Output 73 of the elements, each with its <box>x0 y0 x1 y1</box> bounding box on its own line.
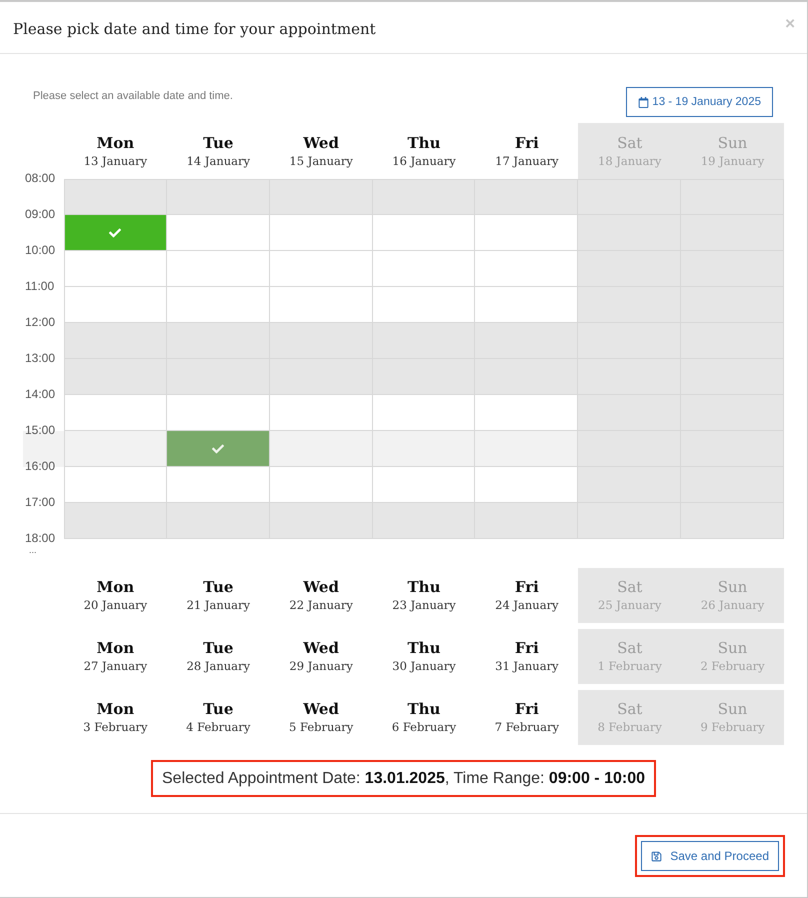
time-label: 10:00 <box>24 243 56 258</box>
time-label: 13:00 <box>24 351 56 366</box>
time-slot[interactable] <box>372 395 476 431</box>
check-icon <box>212 442 224 454</box>
week-picker-button[interactable]: 13 - 19 January 2025 <box>626 87 773 117</box>
time-slot[interactable] <box>372 467 476 503</box>
day-heading[interactable]: Thu 23 January <box>392 578 456 613</box>
day-heading[interactable]: Fri 31 January <box>495 639 559 674</box>
time-slot[interactable] <box>270 251 373 287</box>
time-slot[interactable] <box>270 431 373 467</box>
time-slot[interactable] <box>64 215 167 251</box>
day-heading[interactable]: Wed 29 January <box>289 639 353 674</box>
time-label: 15:00 <box>24 423 56 438</box>
time-slot[interactable] <box>64 395 167 431</box>
time-slot[interactable] <box>166 287 270 323</box>
day-heading[interactable]: Fri 24 January <box>495 578 559 613</box>
day-heading: Wed 15 January <box>289 134 353 168</box>
day-heading[interactable]: Tue 4 February <box>186 700 250 735</box>
time-label: 08:00 <box>24 171 56 186</box>
time-slot[interactable] <box>270 467 373 503</box>
time-slot[interactable] <box>372 431 476 467</box>
time-slot[interactable] <box>166 431 270 467</box>
time-slot[interactable] <box>475 395 578 431</box>
time-label: 12:00 <box>24 315 56 330</box>
day-heading: Sun 19 January <box>700 134 764 168</box>
day-heading[interactable]: Mon 3 February <box>83 700 148 735</box>
day-heading[interactable]: Tue 21 January <box>186 578 250 613</box>
time-label: 09:00 <box>24 207 56 222</box>
time-slot[interactable] <box>166 215 270 251</box>
save-button[interactable]: Save and Proceed <box>641 841 779 871</box>
day-heading[interactable]: Thu 6 February <box>392 700 456 735</box>
day-heading[interactable]: Fri 7 February <box>494 700 559 735</box>
dialog-title: Please pick date and time for your appointment <box>13 20 376 38</box>
save-icon <box>651 850 662 862</box>
time-slot[interactable] <box>475 215 578 251</box>
time-label: 18:00 <box>24 531 56 546</box>
day-heading[interactable]: Thu 30 January <box>392 639 456 674</box>
time-slot[interactable] <box>64 287 167 323</box>
time-slot[interactable] <box>475 467 578 503</box>
time-slot[interactable] <box>475 287 578 323</box>
time-slot[interactable] <box>475 431 578 467</box>
more-times-indicator: ... <box>28 546 37 554</box>
time-slot[interactable] <box>372 251 476 287</box>
selection-summary: Selected Appointment Date: 13.01.2025, Time Range: 09:00 - 10:00 <box>162 769 645 788</box>
day-heading[interactable]: Mon 20 January <box>84 578 148 613</box>
time-slot[interactable] <box>166 251 270 287</box>
time-slot[interactable] <box>270 287 373 323</box>
time-slot[interactable] <box>64 431 167 467</box>
time-slot[interactable] <box>475 251 578 287</box>
day-heading: Thu 16 January <box>392 134 456 168</box>
time-slot[interactable] <box>64 251 167 287</box>
time-label: 11:00 <box>24 279 54 294</box>
day-heading[interactable]: Wed 22 January <box>289 578 353 613</box>
day-heading: Sat 18 January <box>598 134 662 168</box>
time-label: 16:00 <box>24 459 56 474</box>
time-label: 17:00 <box>24 495 56 510</box>
check-icon <box>109 226 122 238</box>
day-heading[interactable]: Mon 27 January <box>84 639 148 674</box>
instruction-text: Please select an available date and time. <box>33 90 233 102</box>
time-slot[interactable] <box>372 215 476 251</box>
day-heading: Fri 17 January <box>495 134 559 168</box>
time-label: 14:00 <box>24 387 56 402</box>
day-heading: Mon 13 January <box>84 134 148 168</box>
day-heading[interactable]: Tue 28 January <box>186 639 250 674</box>
time-slot[interactable] <box>270 395 373 431</box>
calendar-icon <box>638 96 650 108</box>
time-slot[interactable] <box>270 215 373 251</box>
time-slot[interactable] <box>166 467 270 503</box>
time-slot[interactable] <box>64 467 167 503</box>
day-heading[interactable]: Wed 5 February <box>289 700 354 735</box>
time-slot[interactable] <box>372 287 476 323</box>
day-heading: Tue 14 January <box>186 134 250 168</box>
time-slot[interactable] <box>166 395 270 431</box>
